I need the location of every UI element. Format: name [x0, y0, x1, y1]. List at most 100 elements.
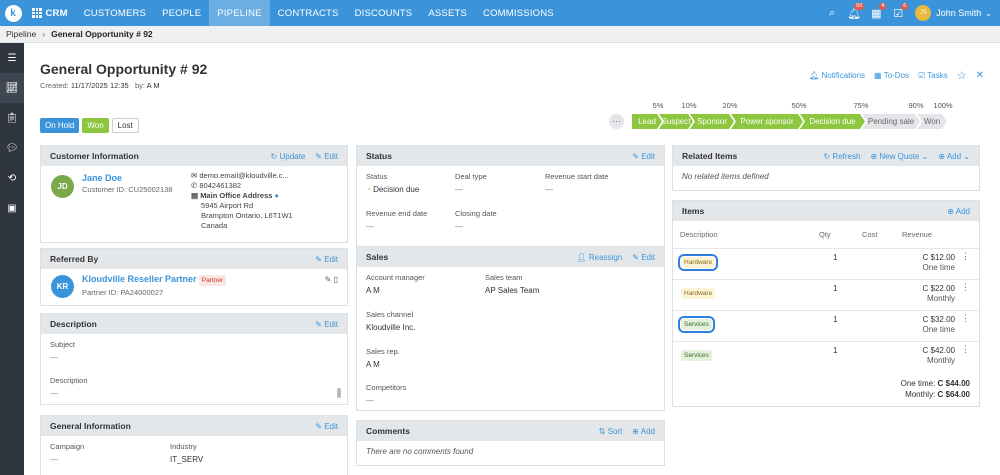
- search-icon[interactable]: ⌕: [821, 0, 843, 26]
- comments-panel: Comments ⇅ Sort ⊕ Add There are no comme…: [356, 420, 665, 466]
- chat-icon[interactable]: 💬︎: [0, 133, 24, 163]
- nav-discounts[interactable]: DISCOUNTS: [347, 0, 421, 26]
- kebab-menu-icon[interactable]: ⋮: [961, 344, 970, 355]
- on-hold-button[interactable]: On Hold: [40, 118, 80, 133]
- user-avatar[interactable]: JS: [915, 5, 932, 21]
- stage-pct: 10%: [681, 101, 697, 110]
- customer-email[interactable]: demo.email@kloudville.c...: [199, 171, 288, 180]
- related-title: Related Items: [682, 151, 738, 161]
- item-row[interactable]: Services 1 C $42.00 Monthly ⋮: [673, 341, 979, 372]
- close-icon[interactable]: ✕: [976, 70, 984, 81]
- nav-customers[interactable]: CUSTOMERS: [76, 0, 154, 26]
- stage-lead[interactable]: Lead: [632, 114, 662, 129]
- history-icon[interactable]: ⟲: [0, 163, 24, 193]
- menu-icon[interactable]: ☰: [0, 43, 24, 73]
- edit-pencil-icon[interactable]: ✎ ▯: [325, 275, 338, 284]
- comments-add-button[interactable]: ⊕ Add: [632, 427, 655, 436]
- item-row[interactable]: Hardware 1 C $12.00 One time ⋮: [673, 248, 979, 279]
- star-icon[interactable]: ☆: [957, 69, 967, 82]
- building-icon: ▤: [191, 191, 199, 200]
- nav-assets[interactable]: ASSETS: [420, 0, 475, 26]
- lost-button[interactable]: Lost: [111, 118, 139, 133]
- address-line-1: 5945 Airport Rd: [201, 201, 254, 210]
- comments-add-label: Add: [640, 426, 655, 436]
- customer-edit-button[interactable]: ✎ Edit: [315, 152, 338, 161]
- nav-pipeline[interactable]: PIPELINE: [209, 0, 270, 26]
- general-edit-button[interactable]: ✎ Edit: [315, 422, 338, 431]
- refresh-button[interactable]: ↻ Refresh: [823, 152, 860, 161]
- item-period: Monthly: [926, 294, 955, 303]
- reassign-button[interactable]: 👤︎ Reassign: [577, 253, 623, 262]
- nav-right: ⌕ 🔔︎ 50 ▦ 4 ☑ 6 JS John Smith ⌄: [821, 0, 1000, 26]
- customer-name-link[interactable]: Jane Doe: [82, 173, 172, 183]
- stage-sponsor[interactable]: Sponsor: [690, 114, 734, 129]
- nav-commissions[interactable]: COMMISSIONS: [475, 0, 562, 26]
- todo-icon[interactable]: ▦ 4: [865, 0, 887, 26]
- update-button[interactable]: ↻ Update: [271, 152, 306, 161]
- item-row[interactable]: Services 1 C $32.00 One time ⋮: [673, 310, 979, 341]
- stage-decision-due[interactable]: Decision due: [800, 114, 865, 129]
- description-header: Description ✎ Edit: [41, 314, 347, 334]
- sales-team-label: Sales team: [485, 273, 523, 282]
- revenue-start-value: —: [545, 185, 553, 194]
- stage-power-sponsor[interactable]: Power sponsor: [731, 114, 803, 129]
- more-icon[interactable]: ···: [609, 114, 624, 129]
- general-edit-label: Edit: [324, 421, 338, 431]
- nav-people[interactable]: PEOPLE: [154, 0, 209, 26]
- customer-edit-label: Edit: [324, 151, 338, 161]
- items-add-button[interactable]: ⊕ Add: [947, 207, 970, 216]
- kebab-menu-icon[interactable]: ⋮: [961, 251, 970, 262]
- notifications-link[interactable]: 🔔︎ Notifications: [809, 71, 865, 80]
- referred-header: Referred By ✎ Edit: [41, 249, 347, 269]
- scrollbar-thumb[interactable]: [337, 388, 341, 398]
- related-add-button[interactable]: ⊕ Add ⌄: [938, 152, 970, 161]
- competitors-value: —: [366, 396, 374, 405]
- referred-edit-button[interactable]: ✎ Edit: [315, 255, 338, 264]
- tasks-link[interactable]: ☑ Tasks: [918, 71, 948, 80]
- tasks-icon[interactable]: ☑ 6: [887, 0, 909, 26]
- breadcrumb-current: General Opportunity # 92: [51, 29, 153, 39]
- item-row[interactable]: Hardware 1 C $22.00 Monthly ⋮: [673, 279, 979, 310]
- user-name[interactable]: John Smith: [936, 8, 981, 18]
- calendar-icon[interactable]: ▣: [0, 193, 24, 223]
- chart-icon[interactable]: 📈︎: [0, 73, 24, 103]
- by-value: A M: [146, 81, 160, 90]
- app-logo[interactable]: k: [0, 0, 26, 26]
- sales-edit-button[interactable]: ✎ Edit: [632, 253, 655, 262]
- customer-title: Customer Information: [50, 151, 139, 161]
- stage-suspect[interactable]: Suspect: [659, 114, 693, 129]
- related-add-label: Add: [946, 151, 962, 161]
- items-title: Items: [682, 206, 705, 216]
- map-pin-icon[interactable]: ●: [275, 191, 280, 200]
- status-buttons: On Hold Won Lost: [40, 118, 139, 133]
- nav-contracts[interactable]: CONTRACTS: [270, 0, 347, 26]
- chevron-down-icon[interactable]: ⌄: [985, 9, 992, 18]
- item-revenue-value: C $42.00: [922, 346, 955, 355]
- onetime-total-value: C $44.00: [937, 379, 970, 388]
- stage-won[interactable]: Won: [917, 114, 947, 129]
- referred-title: Referred By: [50, 254, 99, 264]
- sort-button[interactable]: ⇅ Sort: [599, 427, 623, 436]
- clipboard-icon[interactable]: 📋︎: [0, 103, 24, 133]
- stage-pct: 20%: [722, 101, 738, 110]
- description-edit-button[interactable]: ✎ Edit: [315, 320, 338, 329]
- kebab-menu-icon[interactable]: ⋮: [961, 313, 970, 324]
- partner-name-link[interactable]: Kloudville Reseller Partner: [82, 274, 197, 284]
- todos-link[interactable]: ▦ To-Dos: [874, 71, 909, 80]
- customer-header: Customer Information ↻ Update ✎ Edit: [41, 146, 347, 166]
- stage-pct: 90%: [908, 101, 924, 110]
- bell-icon[interactable]: 🔔︎ 50: [843, 0, 865, 26]
- onetime-total-label: One time:: [900, 379, 936, 388]
- stage-pending-sale[interactable]: Pending sale: [862, 114, 920, 129]
- items-body: Description Qty Cost Revenue Hardware 1 C …: [673, 221, 979, 406]
- status-edit-button[interactable]: ✎ Edit: [632, 152, 655, 161]
- description-edit-label: Edit: [324, 319, 338, 329]
- nav-crm[interactable]: CRM: [26, 0, 76, 26]
- item-revenue: C $42.00 Monthly: [923, 346, 955, 366]
- new-quote-button[interactable]: ⊕ New Quote ⌄: [870, 152, 928, 161]
- sales-rep-label: Sales rep.: [366, 347, 400, 356]
- header-actions: 🔔︎ Notifications ▦ To-Dos ☑ Tasks ☆ ✕: [809, 69, 984, 82]
- breadcrumb-pipeline[interactable]: Pipeline: [6, 29, 36, 39]
- won-button[interactable]: Won: [82, 118, 109, 133]
- kebab-menu-icon[interactable]: ⋮: [961, 282, 970, 293]
